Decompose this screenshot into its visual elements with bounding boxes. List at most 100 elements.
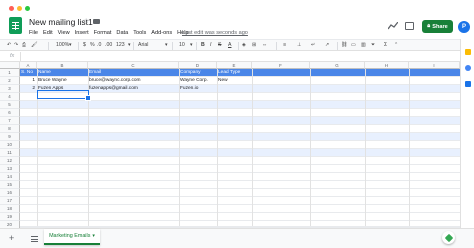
- menu-insert[interactable]: Insert: [75, 30, 89, 39]
- column-header-a[interactable]: A: [20, 62, 37, 69]
- increase-decimals-button[interactable]: .00: [105, 42, 112, 48]
- row-header[interactable]: 9: [0, 133, 20, 141]
- italic-button[interactable]: I: [210, 42, 211, 48]
- star-icon[interactable]: ☆: [83, 17, 89, 25]
- row-header[interactable]: 1: [0, 69, 20, 77]
- column-header-b[interactable]: B: [37, 62, 88, 69]
- header-cell-lead-type[interactable]: Lead Type: [217, 69, 252, 77]
- menu-file[interactable]: File: [29, 30, 38, 39]
- column-header-h[interactable]: H: [365, 62, 409, 69]
- row-header[interactable]: 17: [0, 197, 20, 205]
- cell-sno[interactable]: 1: [20, 77, 37, 85]
- zoom-select[interactable]: 100%: [56, 42, 69, 48]
- active-cell-selection[interactable]: [37, 90, 91, 101]
- header-cell-name[interactable]: Name: [37, 69, 88, 77]
- column-header-f[interactable]: F: [252, 62, 310, 69]
- explore-icon[interactable]: [442, 231, 455, 244]
- cell-company[interactable]: Fuzen.io: [179, 85, 217, 93]
- maximize-window-dot[interactable]: [25, 6, 30, 11]
- row-header[interactable]: 5: [0, 101, 20, 109]
- row-header[interactable]: 2: [0, 77, 20, 85]
- row-header[interactable]: 16: [0, 189, 20, 197]
- merge-cells-icon[interactable]: ⇔: [262, 42, 267, 48]
- cell-lead-type[interactable]: New: [217, 77, 252, 85]
- more-formats-button[interactable]: 123: [116, 42, 125, 48]
- last-edit-link[interactable]: Last edit was seconds ago: [182, 30, 248, 36]
- header-cell-sno[interactable]: S. No: [20, 69, 37, 77]
- keep-icon[interactable]: [465, 65, 471, 71]
- menu-addons[interactable]: Add-ons: [151, 30, 172, 39]
- bold-button[interactable]: B: [201, 42, 205, 48]
- row-header[interactable]: 8: [0, 125, 20, 133]
- spreadsheet-grid[interactable]: A B C D E F G H I 1 2 3 4 5 6 7 8 9 10 1…: [0, 62, 460, 228]
- row-header[interactable]: 20: [0, 221, 20, 228]
- header-cell-company[interactable]: Company: [179, 69, 217, 77]
- menu-format[interactable]: Format: [94, 30, 112, 39]
- horizontal-align-icon[interactable]: ≡: [283, 42, 286, 48]
- insert-link-icon[interactable]: ⛓︎: [341, 42, 348, 48]
- font-dropdown-icon[interactable]: ▾: [165, 42, 168, 48]
- text-wrap-icon[interactable]: ↵: [311, 42, 315, 48]
- borders-icon[interactable]: ⊞: [252, 42, 256, 48]
- cell-email[interactable]: fuzenapps@gmail.com: [88, 85, 179, 93]
- all-sheets-icon[interactable]: [31, 236, 38, 242]
- menu-data[interactable]: Data: [116, 30, 128, 39]
- text-color-button[interactable]: A: [228, 42, 231, 48]
- percent-format-button[interactable]: %: [90, 42, 95, 48]
- fill-color-icon[interactable]: ◈: [242, 42, 246, 48]
- functions-icon[interactable]: Σ: [384, 42, 387, 48]
- strikethrough-button[interactable]: S: [218, 42, 221, 48]
- collapse-toolbar-icon[interactable]: ⌃: [394, 42, 398, 48]
- row-header[interactable]: 11: [0, 149, 20, 157]
- row-header[interactable]: 19: [0, 213, 20, 221]
- header-cell-email[interactable]: Email: [88, 69, 179, 77]
- formula-input[interactable]: [24, 52, 454, 61]
- sheets-logo-icon[interactable]: [9, 17, 22, 34]
- row-header[interactable]: 4: [0, 93, 20, 101]
- vertical-align-icon[interactable]: ⊥: [297, 42, 302, 48]
- avatar[interactable]: P: [458, 21, 470, 33]
- paint-format-icon[interactable]: 🖌︎: [31, 42, 38, 48]
- column-header-i[interactable]: I: [409, 62, 460, 69]
- font-size-select[interactable]: 10: [179, 42, 185, 48]
- chevron-down-icon[interactable]: ▾: [92, 233, 95, 239]
- share-button[interactable]: 🔒︎ Share: [422, 20, 453, 33]
- activity-dashboard-icon[interactable]: [388, 22, 398, 30]
- column-header-e[interactable]: E: [217, 62, 252, 69]
- row-header[interactable]: 18: [0, 205, 20, 213]
- comment-history-icon[interactable]: [405, 22, 414, 30]
- sheet-tab-marketing-emails[interactable]: Marketing Emails ▾: [44, 229, 100, 245]
- decrease-decimals-button[interactable]: .0: [97, 42, 101, 48]
- row-header[interactable]: 14: [0, 173, 20, 181]
- formats-dropdown-icon[interactable]: ▾: [128, 42, 131, 48]
- select-all-corner[interactable]: [0, 62, 20, 69]
- row-header[interactable]: 6: [0, 109, 20, 117]
- tasks-icon[interactable]: [465, 81, 471, 87]
- calendar-icon[interactable]: [465, 49, 471, 55]
- cell-sno[interactable]: 2: [20, 85, 37, 93]
- column-header-g[interactable]: G: [310, 62, 365, 69]
- row-header[interactable]: 12: [0, 157, 20, 165]
- zoom-dropdown-icon[interactable]: ▾: [69, 42, 72, 48]
- minimize-window-dot[interactable]: [17, 6, 22, 11]
- close-window-dot[interactable]: [9, 6, 14, 11]
- insert-comment-icon[interactable]: ▭: [351, 42, 356, 48]
- add-sheet-icon[interactable]: +: [9, 234, 14, 243]
- redo-icon[interactable]: ↷: [14, 42, 18, 48]
- column-header-d[interactable]: D: [179, 62, 217, 69]
- row-header[interactable]: 13: [0, 165, 20, 173]
- undo-icon[interactable]: ↶: [7, 42, 11, 48]
- row-header[interactable]: 7: [0, 117, 20, 125]
- font-size-dropdown-icon[interactable]: ▾: [190, 42, 193, 48]
- column-header-c[interactable]: C: [88, 62, 179, 69]
- filter-icon[interactable]: ⏷: [371, 42, 375, 49]
- text-rotation-icon[interactable]: ↗: [325, 42, 329, 48]
- cell-email[interactable]: bruce@waync.corp.com: [88, 77, 179, 85]
- cell-name[interactable]: Bruce Wayne: [37, 77, 88, 85]
- row-header[interactable]: 10: [0, 141, 20, 149]
- menu-edit[interactable]: Edit: [43, 30, 53, 39]
- row-header[interactable]: 15: [0, 181, 20, 189]
- cell-company[interactable]: Wayne Corp.: [179, 77, 217, 85]
- menu-tools[interactable]: Tools: [133, 30, 146, 39]
- currency-format-button[interactable]: $: [83, 42, 86, 48]
